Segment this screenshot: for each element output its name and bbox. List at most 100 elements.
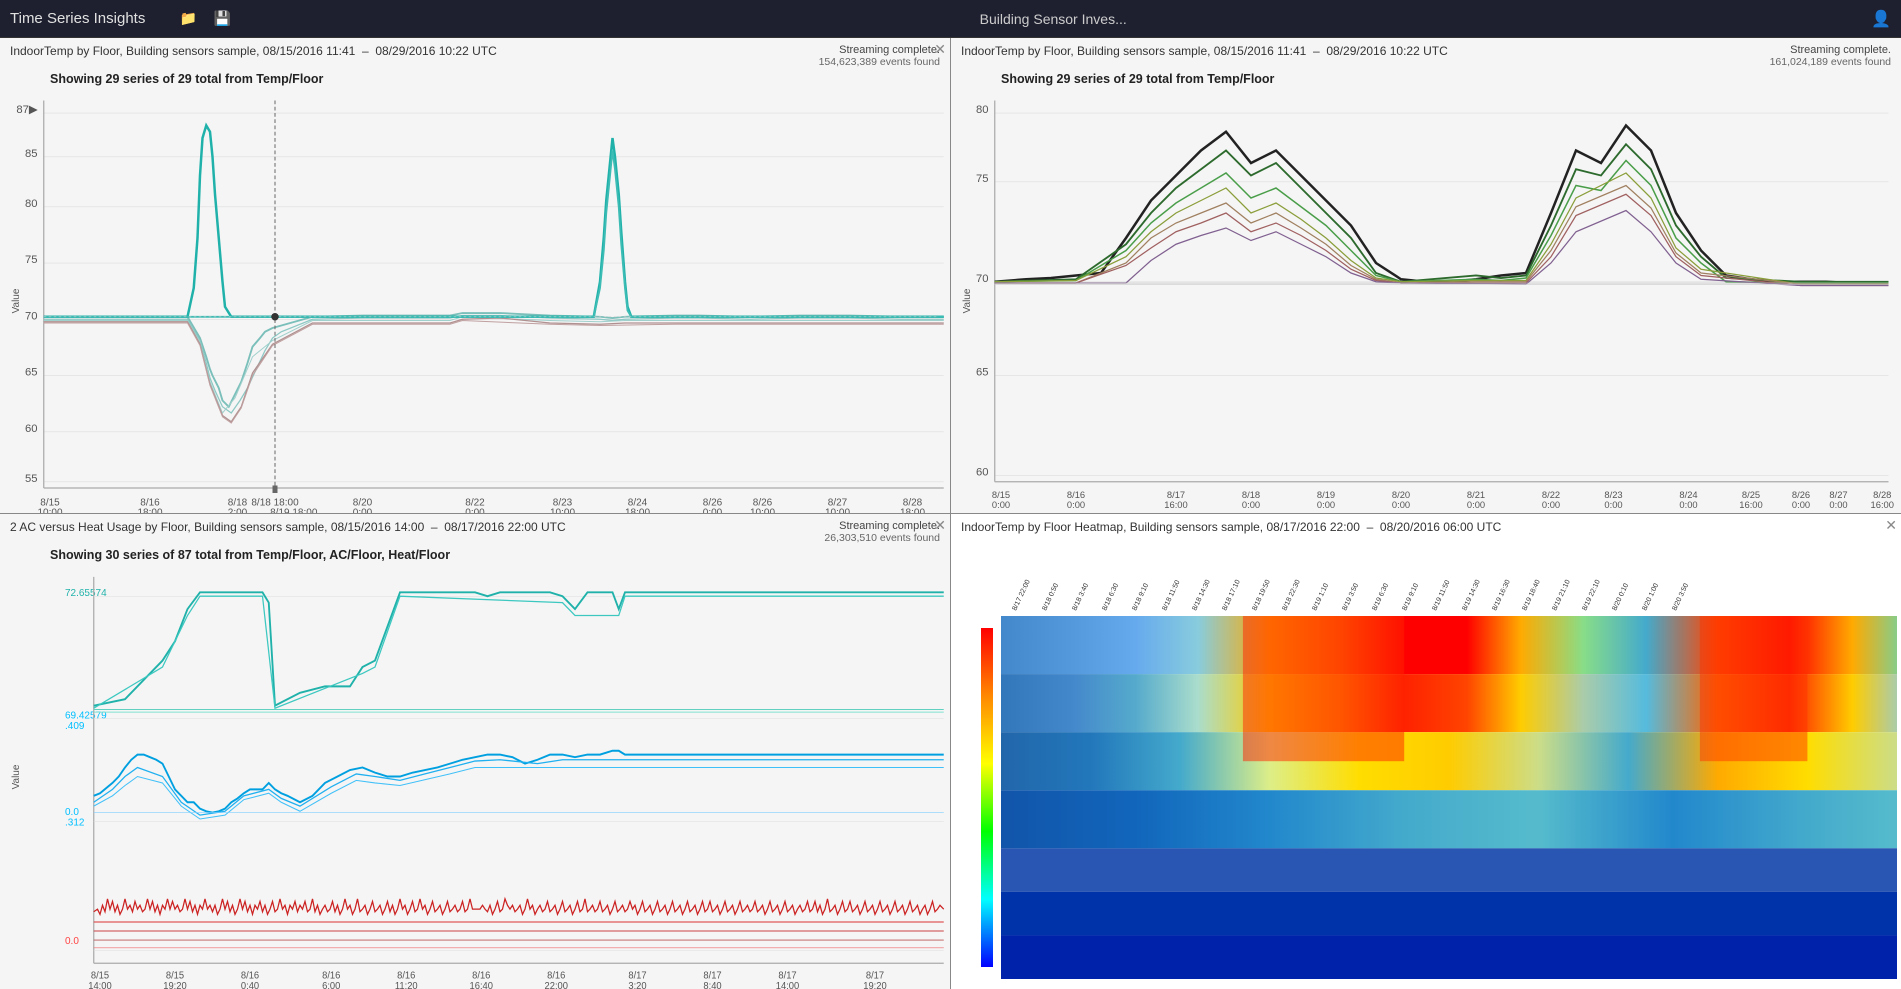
user-icon: 👤 bbox=[1871, 9, 1891, 29]
svg-text:8/18 14:30: 8/18 14:30 bbox=[1191, 579, 1211, 612]
titlebar-icons: 📁 💾 bbox=[175, 6, 235, 32]
panel-tr-status: Streaming complete. 161,024,189 events f… bbox=[1770, 44, 1891, 68]
svg-text:8/18 11:50: 8/18 11:50 bbox=[1161, 579, 1181, 612]
titlebar: Time Series Insights 📁 💾 Building Sensor… bbox=[0, 0, 1901, 38]
folder-icon[interactable]: 📁 bbox=[175, 6, 201, 32]
svg-text:8/26: 8/26 bbox=[1792, 490, 1810, 500]
svg-text:0:00: 0:00 bbox=[703, 508, 723, 514]
svg-text:8/19 21:10: 8/19 21:10 bbox=[1551, 579, 1571, 612]
svg-text:0:00: 0:00 bbox=[1467, 500, 1485, 510]
svg-text:0:00: 0:00 bbox=[1067, 500, 1085, 510]
svg-text:0:40: 0:40 bbox=[241, 981, 259, 989]
save-icon[interactable]: 💾 bbox=[209, 6, 235, 32]
close-panel-tl[interactable]: ✕ bbox=[934, 42, 946, 56]
svg-text:60: 60 bbox=[976, 467, 989, 479]
panel-top-right: IndoorTemp by Floor, Building sensors sa… bbox=[951, 38, 1901, 513]
svg-text:8/22: 8/22 bbox=[1542, 490, 1560, 500]
svg-text:10:00: 10:00 bbox=[550, 508, 575, 514]
panel-bl-svg: 72.65574 69.42579 .409 0.0 .312 0.0 bbox=[0, 564, 950, 989]
svg-text:8/19 11:50: 8/19 11:50 bbox=[1431, 579, 1451, 612]
svg-text:8/19 18:40: 8/19 18:40 bbox=[1521, 579, 1541, 612]
svg-text:8/18 19:50: 8/18 19:50 bbox=[1251, 579, 1271, 612]
svg-text:8/23: 8/23 bbox=[1604, 490, 1622, 500]
panel-bottom-right: ✕ IndoorTemp by Floor Heatmap, Building … bbox=[951, 514, 1901, 989]
svg-text:0:00: 0:00 bbox=[992, 500, 1010, 510]
svg-text:8/27: 8/27 bbox=[1829, 490, 1847, 500]
svg-text:8/19 16:30: 8/19 16:30 bbox=[1491, 579, 1511, 612]
svg-text:8/17 22:00: 8/17 22:00 bbox=[1011, 579, 1031, 612]
svg-text:19:20: 19:20 bbox=[163, 981, 186, 989]
svg-text:65: 65 bbox=[25, 367, 38, 379]
panel-bl-status: Streaming complete. 26,303,510 events fo… bbox=[824, 520, 940, 544]
svg-text:18:00: 18:00 bbox=[137, 508, 162, 514]
close-panel-bl[interactable]: ✕ bbox=[934, 518, 946, 532]
svg-text:8/16: 8/16 bbox=[1067, 490, 1085, 500]
svg-text:22:00: 22:00 bbox=[545, 981, 568, 989]
svg-text:8/19 14:30: 8/19 14:30 bbox=[1461, 579, 1481, 612]
svg-text:16:00: 16:00 bbox=[1871, 500, 1894, 510]
panel-tl-ylabel: Value bbox=[11, 288, 22, 313]
svg-text:8/24: 8/24 bbox=[1679, 490, 1697, 500]
svg-text:16:00: 16:00 bbox=[1164, 500, 1187, 510]
svg-text:0:00: 0:00 bbox=[1242, 500, 1260, 510]
panel-bl-ylabel: Value bbox=[11, 764, 22, 789]
svg-text:16:00: 16:00 bbox=[1739, 500, 1762, 510]
svg-text:0:00: 0:00 bbox=[1392, 500, 1410, 510]
svg-text:11:20: 11:20 bbox=[395, 981, 418, 989]
svg-text:6:00: 6:00 bbox=[322, 981, 340, 989]
svg-text:8/20: 8/20 bbox=[1392, 490, 1410, 500]
svg-text:70: 70 bbox=[25, 310, 38, 322]
svg-text:8/18 6:30: 8/18 6:30 bbox=[1101, 582, 1120, 612]
svg-text:8/18 3:40: 8/18 3:40 bbox=[1071, 582, 1090, 612]
svg-text:16:40: 16:40 bbox=[470, 981, 493, 989]
panel-tl-title: IndoorTemp by Floor, Building sensors sa… bbox=[10, 44, 497, 58]
svg-text:8/20 0:10: 8/20 0:10 bbox=[1611, 582, 1630, 612]
svg-text:8:40: 8:40 bbox=[703, 981, 721, 989]
svg-text:8/18 17:10: 8/18 17:10 bbox=[1221, 579, 1241, 612]
svg-text:75: 75 bbox=[25, 254, 38, 266]
svg-text:60: 60 bbox=[25, 423, 38, 435]
close-panel-br[interactable]: ✕ bbox=[1885, 518, 1897, 532]
svg-text:8/19 22:10: 8/19 22:10 bbox=[1581, 579, 1601, 612]
panel-tl-svg: 87▶ 85 80 75 70 65 60 55 bbox=[0, 88, 950, 513]
svg-text:18:00: 18:00 bbox=[625, 508, 650, 514]
svg-text:8/20 1:00: 8/20 1:00 bbox=[1641, 582, 1660, 612]
panel-tl-header: IndoorTemp by Floor, Building sensors sa… bbox=[0, 38, 950, 70]
svg-text:.409: .409 bbox=[65, 721, 85, 732]
svg-text:8/25: 8/25 bbox=[1742, 490, 1760, 500]
svg-text:0:00: 0:00 bbox=[1317, 500, 1335, 510]
svg-text:8/19 6:30: 8/19 6:30 bbox=[1371, 582, 1390, 612]
panel-tr-svg: 80 75 70 65 60 bbox=[951, 88, 1901, 513]
svg-text:10:00: 10:00 bbox=[750, 508, 775, 514]
svg-text:8/18: 8/18 bbox=[1242, 490, 1260, 500]
svg-text:8/18 9:10: 8/18 9:10 bbox=[1131, 582, 1150, 612]
svg-text:8/19: 8/19 bbox=[1317, 490, 1335, 500]
svg-text:10:00: 10:00 bbox=[825, 508, 850, 514]
svg-text:0:00: 0:00 bbox=[1604, 500, 1622, 510]
panel-bottom-left: ✕ 2 AC versus Heat Usage by Floor, Build… bbox=[0, 514, 950, 989]
panel-br-title: IndoorTemp by Floor Heatmap, Building se… bbox=[961, 520, 1501, 534]
app-title: Time Series Insights bbox=[10, 10, 145, 27]
svg-text:0:00: 0:00 bbox=[1679, 500, 1697, 510]
svg-text:14:00: 14:00 bbox=[776, 981, 799, 989]
svg-text:14:00: 14:00 bbox=[88, 981, 111, 989]
svg-text:10:00: 10:00 bbox=[37, 508, 62, 514]
svg-text:87▶: 87▶ bbox=[16, 104, 38, 116]
svg-text:8/21: 8/21 bbox=[1467, 490, 1485, 500]
svg-text:3:20: 3:20 bbox=[628, 981, 646, 989]
svg-text:80: 80 bbox=[25, 198, 38, 210]
charts-grid: ✕ IndoorTemp by Floor, Building sensors … bbox=[0, 38, 1901, 989]
svg-text:72.65574: 72.65574 bbox=[65, 588, 107, 599]
panel-tr-chart: Value 80 75 70 65 60 bbox=[951, 88, 1901, 513]
svg-text:0:00: 0:00 bbox=[1542, 500, 1560, 510]
svg-text:18:00: 18:00 bbox=[900, 508, 925, 514]
panel-tr-ylabel: Value bbox=[962, 288, 973, 313]
panel-tr-header: IndoorTemp by Floor, Building sensors sa… bbox=[951, 38, 1901, 70]
heatmap-svg bbox=[1001, 616, 1897, 979]
panel-br-chart: 8/17 22:00 8/18 0:50 8/18 3:40 8/18 6:30… bbox=[951, 536, 1901, 989]
panel-bl-subtitle: Showing 30 series of 87 total from Temp/… bbox=[0, 546, 950, 564]
panel-br-header: IndoorTemp by Floor Heatmap, Building se… bbox=[951, 514, 1901, 536]
svg-text:0:00: 0:00 bbox=[353, 508, 373, 514]
svg-text:8/18 0:50: 8/18 0:50 bbox=[1041, 582, 1060, 612]
svg-text:8/19 3:50: 8/19 3:50 bbox=[1341, 582, 1360, 612]
